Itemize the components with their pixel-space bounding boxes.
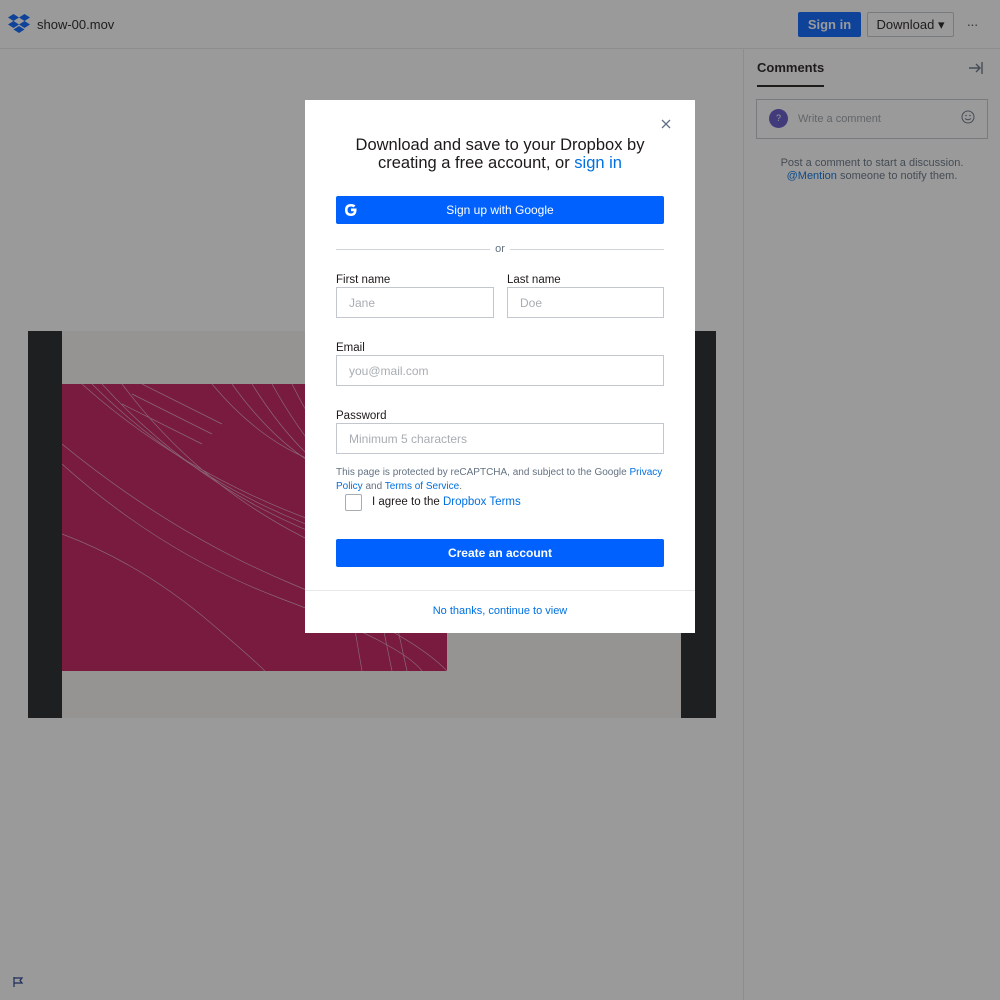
- sign-in-link[interactable]: sign in: [574, 154, 622, 172]
- first-name-label: First name: [336, 274, 391, 286]
- close-icon[interactable]: [659, 117, 673, 131]
- google-signup-label: Sign up with Google: [446, 203, 554, 217]
- password-field[interactable]: [336, 423, 664, 454]
- dropbox-terms-link[interactable]: Dropbox Terms: [443, 496, 521, 508]
- email-label: Email: [336, 342, 365, 354]
- no-thanks-link[interactable]: No thanks, continue to view: [305, 605, 695, 617]
- email-field[interactable]: [336, 355, 664, 386]
- captcha-suffix: .: [459, 481, 462, 492]
- agree-text: I agree to the: [372, 496, 443, 508]
- first-name-field[interactable]: [336, 287, 494, 318]
- captcha-and: and: [362, 481, 385, 492]
- recaptcha-notice: This page is protected by reCAPTCHA, and…: [336, 466, 666, 494]
- divider: [336, 249, 490, 250]
- divider: [510, 249, 664, 250]
- or-separator: or: [495, 243, 505, 255]
- agree-terms-label: I agree to the Dropbox Terms: [372, 496, 521, 508]
- create-account-button[interactable]: Create an account: [336, 539, 664, 567]
- last-name-field[interactable]: [507, 287, 664, 318]
- last-name-label: Last name: [507, 274, 561, 286]
- agree-terms-checkbox[interactable]: [345, 494, 362, 511]
- modal-title: Download and save to your Dropbox by cre…: [336, 136, 664, 172]
- terms-of-service-link[interactable]: Terms of Service: [385, 481, 459, 492]
- modal-separator: [305, 590, 695, 591]
- password-label: Password: [336, 410, 387, 422]
- captcha-text: This page is protected by reCAPTCHA, and…: [336, 467, 630, 478]
